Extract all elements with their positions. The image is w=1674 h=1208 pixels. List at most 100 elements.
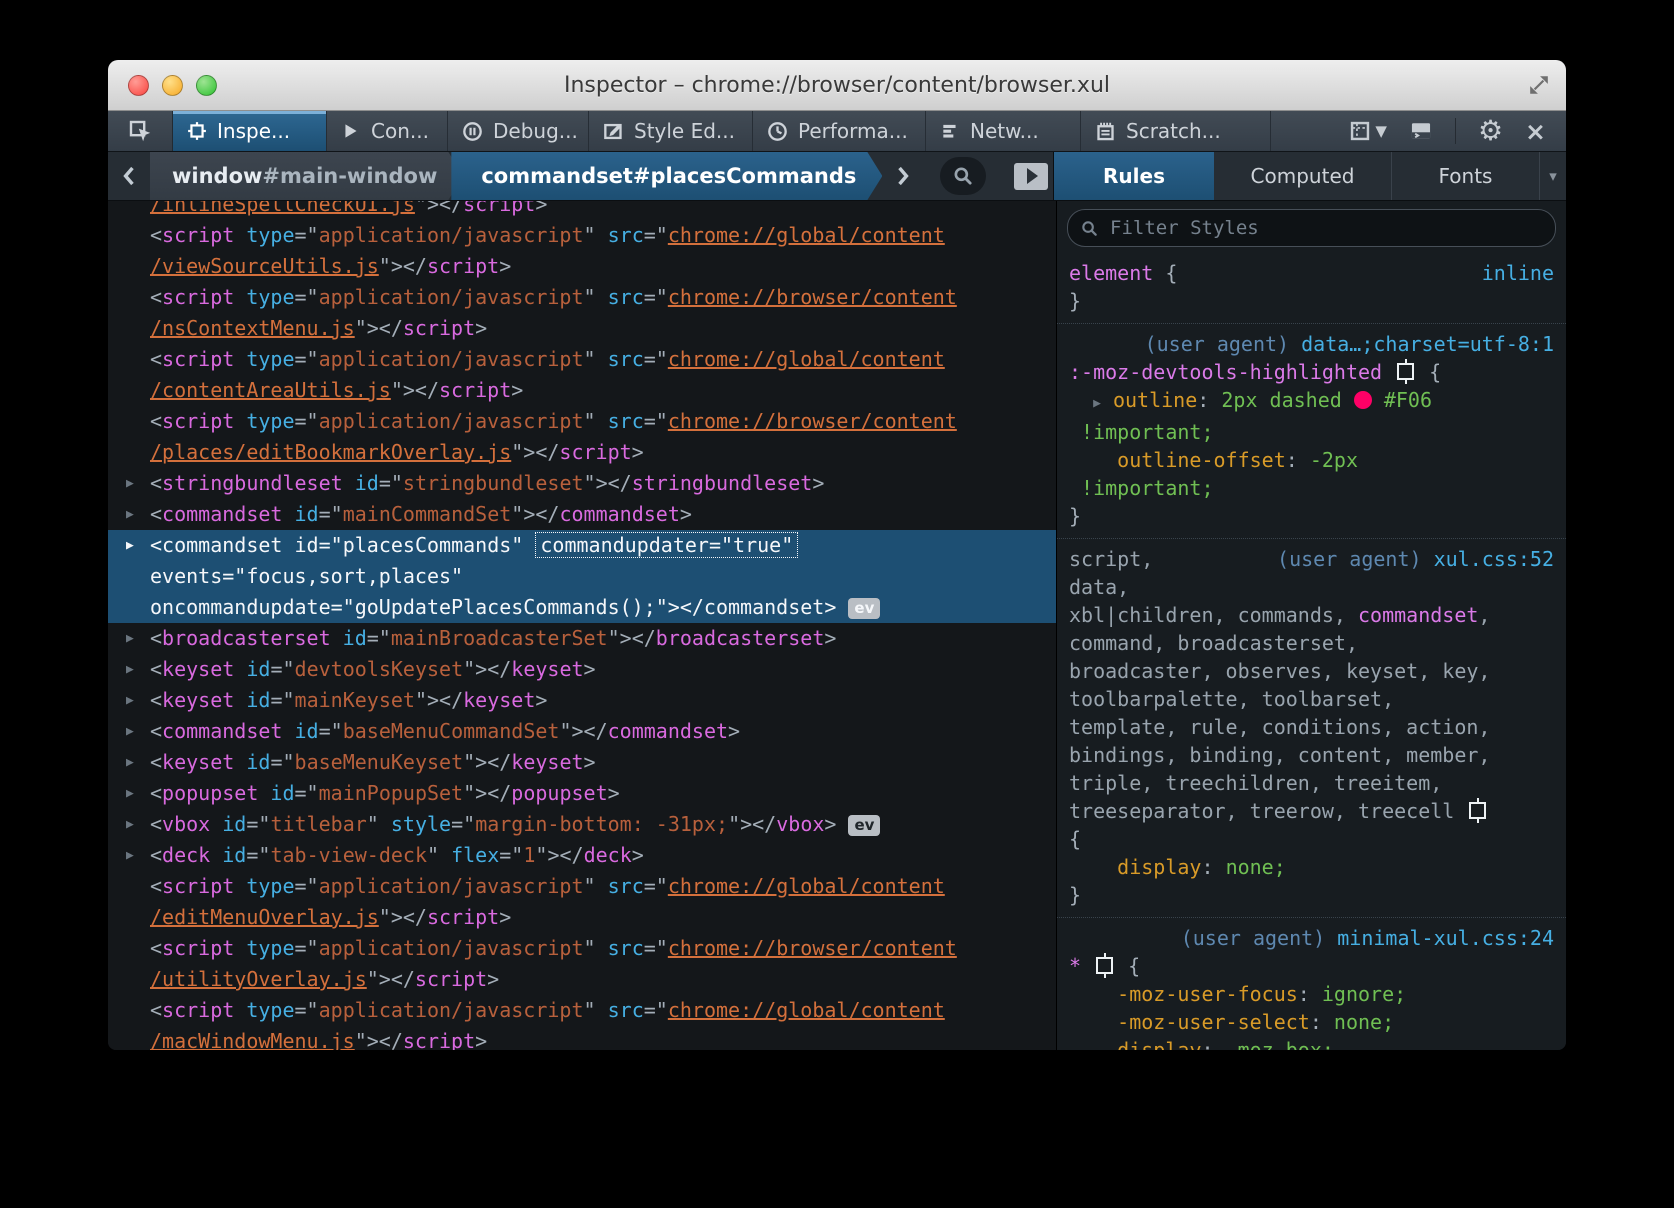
- code-segment[interactable]: chrome://global/content: [668, 347, 945, 371]
- markup-row[interactable]: /macWindowMenu.js"></script>: [108, 1026, 1056, 1050]
- code-segment[interactable]: /nsContextMenu.js: [150, 316, 355, 340]
- code-segment[interactable]: /viewSourceUtils.js: [150, 254, 379, 278]
- rule-line[interactable]: * {: [1069, 952, 1554, 980]
- expander-icon[interactable]: ▶: [126, 747, 134, 778]
- titlebar[interactable]: Inspector – chrome://browser/content/bro…: [108, 60, 1566, 111]
- markup-row[interactable]: <script type="application/javascript" sr…: [108, 344, 1056, 375]
- rule-line[interactable]: outline-offset: -2px: [1069, 446, 1554, 474]
- code-segment[interactable]: chrome://browser/content: [668, 936, 957, 960]
- markup-row[interactable]: ▶<commandset id="placesCommands" command…: [108, 530, 1056, 561]
- markup-view[interactable]: /inlineSpellCheckUI.js"></script><script…: [108, 201, 1057, 1050]
- rule-line[interactable]: display: none;: [1069, 853, 1554, 881]
- sidebar-tab-computed[interactable]: Computed: [1214, 152, 1392, 200]
- markup-row[interactable]: ▶<deck id="tab-view-deck" flex="1"></dec…: [108, 840, 1056, 871]
- code-segment[interactable]: chrome://browser/content: [668, 409, 957, 433]
- expander-icon[interactable]: ▶: [126, 809, 134, 840]
- close-window-button[interactable]: [128, 75, 149, 96]
- tab-scratchpad[interactable]: Scratch...: [1081, 111, 1271, 151]
- pick-element-button[interactable]: [108, 111, 173, 151]
- breadcrumb-back-button[interactable]: [108, 164, 150, 188]
- rule-line[interactable]: xbl|children, commands, commandset,: [1069, 601, 1554, 629]
- rule-line[interactable]: (user agent) minimal-xul.css:24: [1069, 924, 1554, 952]
- split-console-button[interactable]: [1409, 120, 1433, 142]
- markup-row[interactable]: events="focus,sort,places": [108, 561, 1056, 592]
- expander-icon[interactable]: ▶: [126, 778, 134, 809]
- markup-row[interactable]: ▶<broadcasterset id="mainBroadcasterSet"…: [108, 623, 1056, 654]
- code-segment[interactable]: chrome://global/content: [668, 874, 945, 898]
- markup-row[interactable]: ▶<stringbundleset id="stringbundleset"><…: [108, 468, 1056, 499]
- markup-row[interactable]: /nsContextMenu.js"></script>: [108, 313, 1056, 344]
- rule-line[interactable]: (user agent) data…;charset=utf-8:1: [1069, 330, 1554, 358]
- markup-row[interactable]: oncommandupdate="goUpdatePlacesCommands(…: [108, 592, 1056, 623]
- rule-source-link[interactable]: inline: [1482, 259, 1554, 287]
- highlight-target-icon[interactable]: [1397, 363, 1414, 380]
- settings-button[interactable]: ⚙: [1478, 117, 1503, 145]
- markup-row[interactable]: <script type="application/javascript" sr…: [108, 871, 1056, 902]
- rule-line[interactable]: template, rule, conditions, action,: [1069, 713, 1554, 741]
- expander-icon[interactable]: ▶: [126, 654, 134, 685]
- markup-row[interactable]: <script type="application/javascript" sr…: [108, 933, 1056, 964]
- frame-select-button[interactable]: ▼: [1349, 120, 1387, 142]
- code-segment[interactable]: xul.css:52: [1434, 547, 1554, 571]
- event-badge[interactable]: ev: [848, 598, 880, 619]
- rule-line[interactable]: triple, treechildren, treeitem,: [1069, 769, 1554, 797]
- markup-row[interactable]: ▶<keyset id="baseMenuKeyset"></keyset>: [108, 747, 1056, 778]
- expander-icon[interactable]: ▶: [126, 623, 134, 654]
- markup-row[interactable]: /places/editBookmarkOverlay.js"></script…: [108, 437, 1056, 468]
- markup-row[interactable]: <script type="application/javascript" sr…: [108, 220, 1056, 251]
- markup-row[interactable]: /contentAreaUtils.js"></script>: [108, 375, 1056, 406]
- rule-line[interactable]: }: [1069, 881, 1554, 909]
- code-segment[interactable]: data…;charset=utf-8:1: [1301, 332, 1554, 356]
- rule-line[interactable]: {: [1069, 825, 1554, 853]
- code-segment[interactable]: /utilityOverlay.js: [150, 967, 367, 991]
- search-markup-button[interactable]: [940, 157, 986, 195]
- code-segment[interactable]: chrome://global/content: [668, 223, 945, 247]
- close-devtools-button[interactable]: ×: [1525, 119, 1546, 144]
- rule-line[interactable]: display: -moz-box;: [1069, 1036, 1554, 1050]
- tab-inspector[interactable]: Inspe...: [173, 111, 327, 151]
- color-swatch[interactable]: [1354, 391, 1372, 409]
- markup-row[interactable]: ▶<commandset id="baseMenuCommandSet"></c…: [108, 716, 1056, 747]
- code-segment[interactable]: chrome://global/content: [668, 998, 945, 1022]
- rule-line[interactable]: element {inline: [1069, 259, 1554, 287]
- code-segment[interactable]: /contentAreaUtils.js: [150, 378, 391, 402]
- code-segment[interactable]: chrome://browser/content: [668, 285, 957, 309]
- rule-line[interactable]: toolbarpalette, toolbarset,: [1069, 685, 1554, 713]
- tab-network[interactable]: Netw...: [926, 111, 1081, 151]
- code-segment[interactable]: /editMenuOverlay.js: [150, 905, 379, 929]
- tab-styleeditor[interactable]: Style Ed...: [589, 111, 753, 151]
- markup-row[interactable]: <script type="application/javascript" sr…: [108, 282, 1056, 313]
- rule-line[interactable]: ▶ outline: 2px dashed #F06: [1069, 386, 1554, 418]
- rules-view[interactable]: element {inline} (user agent) data…;chars…: [1057, 201, 1566, 1050]
- rule-source-link[interactable]: (user agent) data…;charset=utf-8:1: [1145, 330, 1554, 358]
- sidebar-tab-fonts[interactable]: Fonts: [1392, 152, 1540, 200]
- expander-icon[interactable]: ▶: [126, 499, 134, 530]
- resize-icon[interactable]: [1528, 74, 1550, 96]
- markup-row[interactable]: /inlineSpellCheckUI.js"></script>: [108, 201, 1056, 220]
- filter-styles-input[interactable]: [1108, 216, 1543, 240]
- markup-row[interactable]: ▶<vbox id="titlebar" style="margin-botto…: [108, 809, 1056, 840]
- markup-row[interactable]: <script type="application/javascript" sr…: [108, 406, 1056, 437]
- filter-styles-box[interactable]: [1067, 209, 1556, 247]
- expander-icon[interactable]: ▶: [126, 716, 134, 747]
- breadcrumb-item-commandset[interactable]: commandset#placesCommands: [451, 152, 882, 200]
- code-segment[interactable]: /places/editBookmarkOverlay.js: [150, 440, 511, 464]
- minimize-window-button[interactable]: [162, 75, 183, 96]
- rule-line[interactable]: broadcaster, observes, keyset, key,: [1069, 657, 1554, 685]
- rule-line[interactable]: bindings, binding, content, member,: [1069, 741, 1554, 769]
- rule-line[interactable]: command, broadcasterset,: [1069, 629, 1554, 657]
- code-segment[interactable]: /macWindowMenu.js: [150, 1029, 355, 1050]
- markup-row[interactable]: /utilityOverlay.js"></script>: [108, 964, 1056, 995]
- rule-line[interactable]: treeseparator, treerow, treecell: [1069, 797, 1554, 825]
- expander-icon[interactable]: ▶: [126, 840, 134, 871]
- event-badge[interactable]: ev: [848, 815, 880, 836]
- breadcrumb-item-window[interactable]: window#main-window: [150, 152, 463, 200]
- rule-line[interactable]: script,(user agent) xul.css:52: [1069, 545, 1554, 573]
- code-segment[interactable]: /inlineSpellCheckUI.js: [150, 201, 415, 216]
- tab-debugger[interactable]: Debug...: [448, 111, 589, 151]
- sidebar-tab-rules[interactable]: Rules: [1054, 152, 1214, 200]
- code-segment[interactable]: inline: [1482, 261, 1554, 285]
- tab-console[interactable]: Con...: [327, 111, 448, 151]
- rule-line[interactable]: }: [1069, 287, 1554, 315]
- tab-performance[interactable]: Performa...: [753, 111, 926, 151]
